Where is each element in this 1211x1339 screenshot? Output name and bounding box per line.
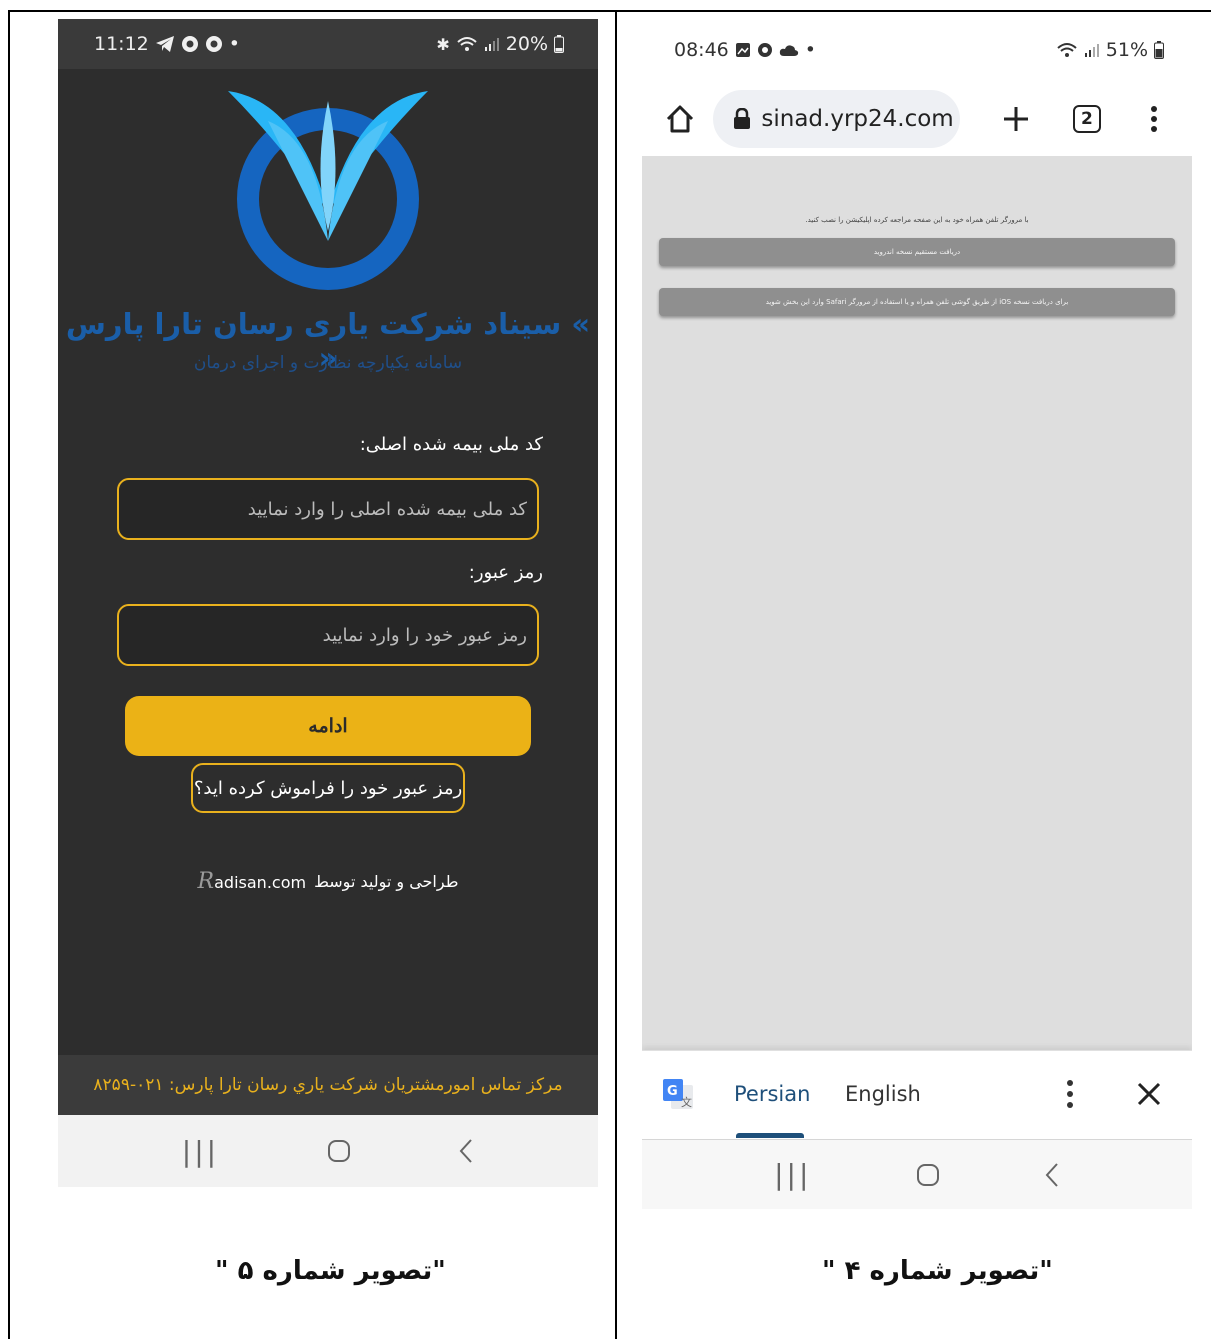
- lock-icon: [734, 107, 751, 129]
- signal-icon: [484, 38, 499, 51]
- notification-dot-icon: •: [804, 39, 816, 61]
- caption-image-5: "تصویر شماره ۵ ": [215, 1256, 446, 1286]
- more-vertical-icon: [1151, 105, 1158, 132]
- translate-more-icon[interactable]: [1060, 1077, 1080, 1111]
- column-divider: [615, 12, 617, 1339]
- wifi-icon: [1057, 43, 1077, 57]
- battery-icon: [1154, 41, 1164, 59]
- password-input[interactable]: رمز عبور خود را وارد نمایید: [117, 604, 539, 666]
- credit-prefix: طراحی و تولید توسط: [314, 872, 459, 891]
- chrome-icon-2: [205, 36, 222, 52]
- close-icon[interactable]: [1134, 1079, 1164, 1109]
- tara-pars-logo: [228, 91, 428, 290]
- wifi-icon: [457, 37, 477, 51]
- back-nav-icon[interactable]: [1044, 1162, 1060, 1188]
- tab-switcher-button[interactable]: 2: [1067, 99, 1106, 139]
- status-bar: 11:12 • ✱ 20%: [58, 19, 598, 69]
- bluetooth-icon: ✱: [436, 34, 450, 54]
- battery-icon: [554, 35, 564, 53]
- android-nav-bar: |||: [642, 1140, 1192, 1209]
- home-nav-icon[interactable]: [327, 1139, 351, 1163]
- install-message: با مرورگر تلفن همراه خود به این صفحه مرا…: [805, 216, 1029, 224]
- radisan-logo-icon: R: [197, 869, 215, 894]
- credit-brand[interactable]: adisan.com: [214, 873, 306, 892]
- google-translate-icon: G 文: [663, 1079, 693, 1109]
- home-nav-icon[interactable]: [916, 1163, 940, 1187]
- home-icon: [666, 105, 693, 132]
- plus-icon: [1003, 106, 1028, 131]
- web-page-content: با مرورگر تلفن همراه خود به این صفحه مرا…: [642, 156, 1192, 1050]
- national-code-label: کد ملی بیمه شده اصلی:: [359, 434, 543, 455]
- status-bar: 08:46 • 51%: [642, 19, 1192, 81]
- recent-apps-icon[interactable]: |||: [774, 1158, 811, 1191]
- national-code-input[interactable]: کد ملی بیمه شده اصلی را وارد نمایید: [117, 478, 539, 540]
- brand-subtitle: سامانه یکپارچه نظارت و اجرای درمان: [193, 353, 463, 373]
- continue-button[interactable]: ادامه: [125, 696, 531, 756]
- battery-level: 51%: [1105, 39, 1148, 61]
- lang-english-tab[interactable]: English: [845, 1082, 921, 1106]
- contact-footer: مرکز تماس امورمشتریان شرکت یاري رسان تار…: [58, 1055, 598, 1115]
- android-nav-bar: |||: [58, 1115, 598, 1187]
- recent-apps-icon[interactable]: |||: [182, 1135, 219, 1168]
- active-lang-indicator: [736, 1133, 804, 1138]
- battery-level: 20%: [505, 33, 548, 55]
- status-time: 11:12: [94, 33, 149, 55]
- translate-bar: G 文 Persian English: [642, 1050, 1192, 1140]
- chrome-icon: [181, 36, 198, 52]
- cloud-icon: [779, 45, 798, 56]
- address-bar[interactable]: sinad.yrp24.com: [713, 89, 960, 148]
- ios-download-button[interactable]: برای دریافت نسخه iOS از طریق گوشی تلفن ه…: [659, 288, 1175, 316]
- tab-count: 2: [1072, 104, 1101, 133]
- forgot-password-button[interactable]: رمز عبور خود را فراموش کرده اید؟: [191, 763, 465, 813]
- svg-text:文: 文: [681, 1095, 692, 1109]
- back-nav-icon[interactable]: [458, 1138, 474, 1164]
- home-button[interactable]: [660, 99, 699, 139]
- android-download-button[interactable]: دریافت مستقیم نسخه اندروید: [659, 238, 1175, 266]
- notification-dot-icon: •: [228, 33, 240, 55]
- designer-credit: Radisan.com طراحی و تولید توسط: [58, 869, 598, 894]
- status-time: 08:46: [674, 39, 729, 61]
- login-screen: 11:12 • ✱ 20% » سیناد شرکت یاری رسان تار…: [58, 19, 598, 1187]
- url-text: sinad.yrp24.com: [761, 105, 954, 132]
- caption-image-4: "تصویر شماره ۴ ": [822, 1256, 1053, 1286]
- chrome-icon: [757, 43, 772, 57]
- gallery-icon: [735, 43, 750, 57]
- lang-persian-tab[interactable]: Persian: [734, 1082, 810, 1106]
- telegram-icon: [155, 36, 174, 52]
- overflow-menu-button[interactable]: [1135, 99, 1174, 139]
- new-tab-button[interactable]: [996, 99, 1035, 139]
- svg-text:G: G: [667, 1084, 678, 1099]
- signal-icon: [1084, 44, 1099, 57]
- browser-toolbar: sinad.yrp24.com 2: [642, 81, 1192, 156]
- browser-screen: 08:46 • 51% sinad.yrp24.com 2 با مرورگر …: [642, 19, 1192, 1209]
- password-label: رمز عبور:: [468, 562, 543, 583]
